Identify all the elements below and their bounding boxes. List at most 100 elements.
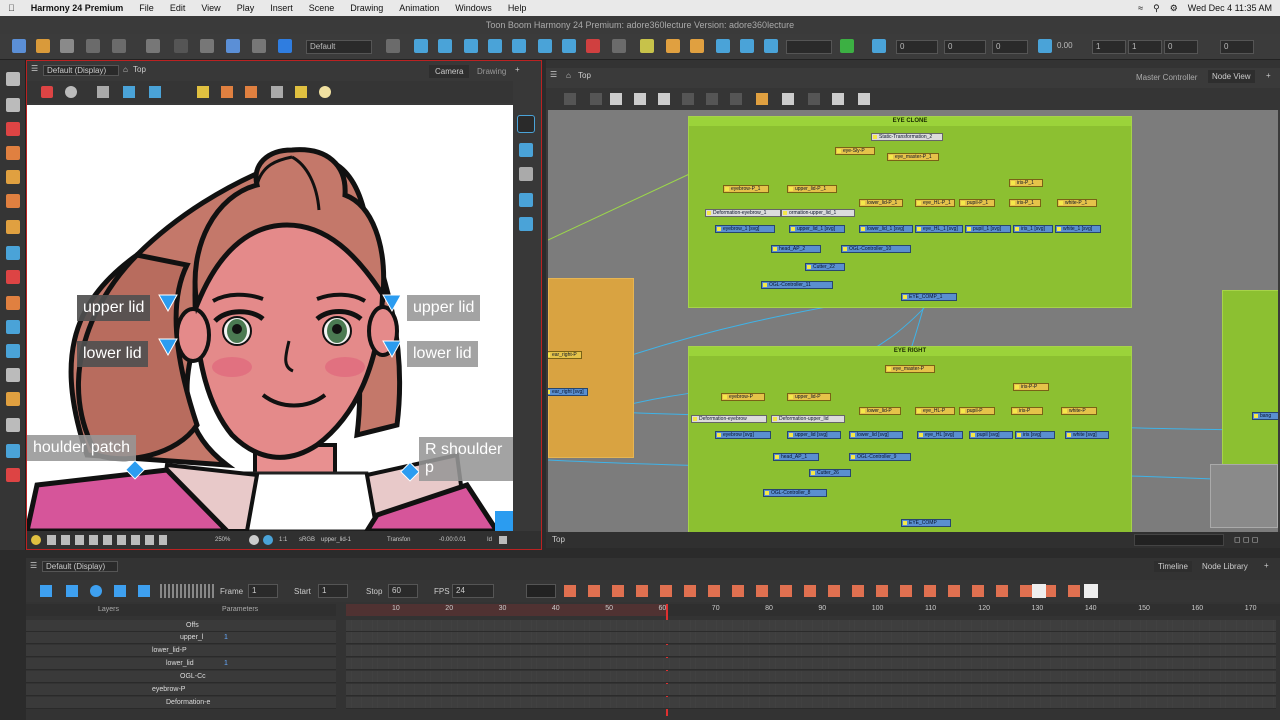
node-ear-right-svg[interactable]: ear_right [svg] <box>548 388 588 396</box>
group-far-right[interactable] <box>1222 290 1278 470</box>
node-tool-7-icon[interactable] <box>706 93 718 105</box>
shape-icon[interactable] <box>6 270 20 284</box>
group-eye-right[interactable]: EYE RIGHT eye_master-P iris-P-P eyebrow-… <box>688 346 1132 532</box>
camera-breadcrumb[interactable]: Top <box>133 65 146 74</box>
node-clone-14[interactable]: upper_lid_1 [svg] <box>789 225 845 233</box>
scale-icon[interactable] <box>464 39 478 53</box>
pos-z-field[interactable]: 0 <box>992 40 1028 54</box>
layer-icon[interactable] <box>278 39 292 53</box>
bone-icon[interactable] <box>586 39 600 53</box>
node-clone-4[interactable]: upper_lid-P_1 <box>787 185 837 193</box>
layer-stack-3-icon[interactable] <box>519 193 533 207</box>
node-right-21[interactable]: OGL-Controller_8 <box>763 489 827 497</box>
exposure-row-3[interactable] <box>346 658 1276 670</box>
align-icon[interactable] <box>562 39 576 53</box>
color-space[interactable]: sRGB <box>299 531 315 549</box>
node-right-16[interactable]: iris [svg] <box>1015 431 1055 439</box>
node-tool-5-icon[interactable] <box>658 93 670 105</box>
node-bang[interactable]: bang <box>1252 412 1278 420</box>
loop-icon[interactable] <box>90 585 102 597</box>
safe-area-icon[interactable] <box>123 86 135 98</box>
node-navigator[interactable] <box>1210 464 1278 528</box>
layer-row-4[interactable]: OGL-Cc <box>26 671 336 683</box>
node-add-tab-icon[interactable]: + <box>1266 71 1271 80</box>
node-clone-1[interactable]: eye-Sly-P <box>835 147 875 155</box>
transform-tool-icon[interactable] <box>6 392 20 406</box>
home-icon[interactable]: ⌂ <box>123 65 128 74</box>
offset-icon[interactable] <box>666 39 680 53</box>
scale-field[interactable]: 0.00 <box>1054 40 1086 54</box>
tab-node-library[interactable]: Node Library <box>1202 562 1248 571</box>
node-right-14[interactable]: eye_HL [svg] <box>917 431 963 439</box>
tab-drawing[interactable]: Drawing <box>477 67 506 76</box>
layer-row-6[interactable]: Deformation-e <box>26 697 336 709</box>
exposure-row-4[interactable] <box>346 671 1276 683</box>
interpolation-buttons[interactable] <box>564 585 1084 597</box>
node-tool-13-icon[interactable] <box>858 93 870 105</box>
view-buttons[interactable] <box>47 535 167 545</box>
clock[interactable]: Wed Dec 4 11:35 AM <box>1188 3 1272 13</box>
add-tab-icon[interactable]: + <box>515 65 520 74</box>
node-canvas[interactable]: ear_right-P ear_right [svg] EYE CLONE St… <box>548 110 1278 532</box>
node-right-6[interactable]: pupil-P <box>959 407 995 415</box>
pivot-icon[interactable] <box>538 39 552 53</box>
node-right-15[interactable]: pupil [svg] <box>969 431 1013 439</box>
node-clone-3[interactable]: eyebrow-P_1 <box>723 185 769 193</box>
panel-menu-icon[interactable]: ☰ <box>31 64 38 73</box>
node-clone-2[interactable]: eye_master-P_1 <box>887 153 939 161</box>
skew-field[interactable]: 0 <box>1220 40 1254 54</box>
node-tool-9-icon[interactable] <box>756 93 768 105</box>
view-mode-select[interactable]: Default (Display) <box>43 65 119 76</box>
redo-icon[interactable] <box>174 39 188 53</box>
node-clone-17[interactable]: pupil_1 [svg] <box>965 225 1011 233</box>
label-shoulder-left[interactable]: houlder patch <box>27 435 136 461</box>
node-right-22[interactable]: EYE_COMP <box>901 519 951 527</box>
rigging-icon[interactable] <box>6 444 20 458</box>
node-right-5[interactable]: eye_HL-P <box>915 407 955 415</box>
grid-snap-icon[interactable] <box>740 39 754 53</box>
node-clone-22[interactable]: Cutter_22 <box>805 263 845 271</box>
stroke-icon[interactable] <box>6 296 20 310</box>
reset-view-icon[interactable] <box>249 535 259 545</box>
line-mode-icon[interactable] <box>271 86 283 98</box>
pos-y-field[interactable]: 0 <box>944 40 986 54</box>
exposure-row-6[interactable] <box>346 697 1276 709</box>
scale-y-field[interactable]: 1 <box>1128 40 1162 54</box>
node-right-8[interactable]: white-P <box>1061 407 1097 415</box>
node-breadcrumb[interactable]: Top <box>578 71 591 80</box>
menu-drawing[interactable]: Drawing <box>342 3 391 13</box>
lock-icon[interactable] <box>197 86 209 98</box>
node-home-icon[interactable]: ⌂ <box>566 71 571 80</box>
menu-edit[interactable]: Edit <box>162 3 194 13</box>
node-tool-6-icon[interactable] <box>682 93 694 105</box>
timeline-add-tab-icon[interactable]: + <box>1264 561 1269 570</box>
node-clone-24[interactable]: EYE_COMP_1 <box>901 293 957 301</box>
open-icon[interactable] <box>36 39 50 53</box>
zoom-level[interactable]: 250% <box>215 531 230 549</box>
camera-eye-icon[interactable] <box>517 115 535 133</box>
layer-stack-2-icon[interactable] <box>519 167 533 181</box>
rotate-icon[interactable] <box>438 39 452 53</box>
node-right-4[interactable]: lower_lid-P <box>859 407 901 415</box>
label-upper-lid-right[interactable]: upper lid <box>407 295 481 321</box>
layer-row-3[interactable]: lower_lid 1 <box>26 658 336 670</box>
flip-icon[interactable] <box>386 39 400 53</box>
timeline-option-icon[interactable] <box>1084 584 1098 598</box>
menu-view[interactable]: View <box>193 3 228 13</box>
menu-insert[interactable]: Insert <box>262 3 301 13</box>
constraint-icon[interactable] <box>640 39 654 53</box>
contour-editor-icon[interactable] <box>6 98 20 112</box>
pencil-icon[interactable] <box>6 146 20 160</box>
effect-select[interactable] <box>786 40 832 54</box>
node-clone-9[interactable]: white-P_1 <box>1057 199 1097 207</box>
apple-icon[interactable]:  <box>0 3 23 13</box>
start-field[interactable]: 1 <box>318 584 348 598</box>
node-clone-10[interactable]: iris-P_1 <box>1009 179 1043 187</box>
node-right-2[interactable]: eyebrow-P <box>721 393 765 401</box>
save-icon[interactable] <box>60 39 74 53</box>
tab-master-controller[interactable]: Master Controller <box>1136 73 1197 82</box>
exposure-row-2[interactable] <box>346 645 1276 657</box>
stop-field[interactable]: 60 <box>388 584 418 598</box>
id-toggle-icon[interactable] <box>499 536 507 544</box>
tab-timeline[interactable]: Timeline <box>1154 561 1192 572</box>
